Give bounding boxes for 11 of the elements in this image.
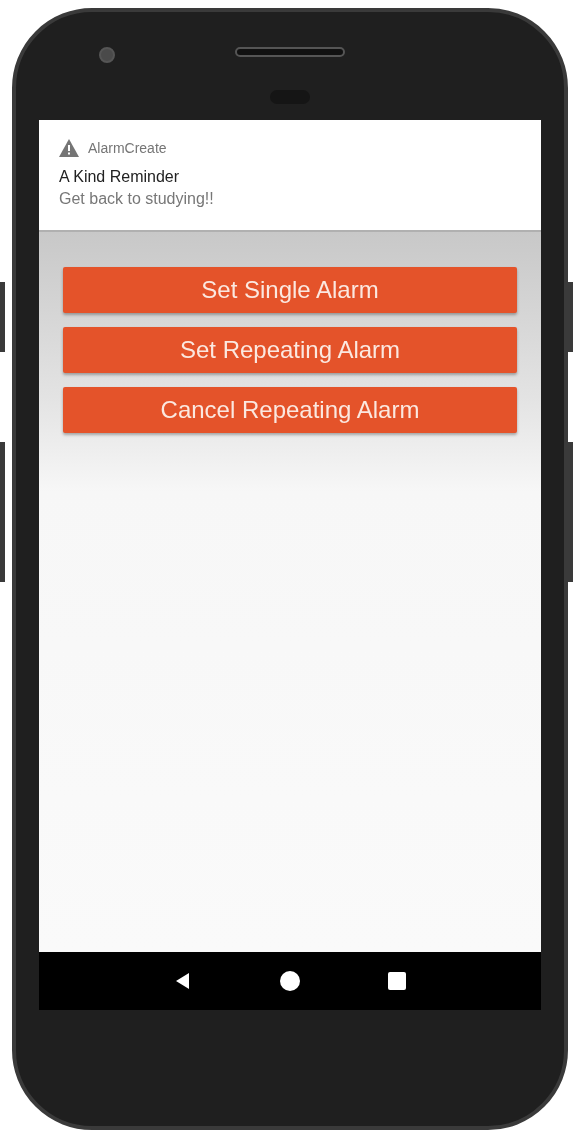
warning-icon	[59, 139, 79, 157]
notification-text: Get back to studying!!	[59, 190, 215, 208]
alarm-button[interactable]: Set Repeating Alarm	[63, 327, 517, 373]
home-icon[interactable]	[280, 971, 300, 991]
app-name: AlarmCreate	[88, 140, 167, 156]
alarm-button[interactable]: Set Single Alarm	[63, 267, 517, 313]
notification-title: A Kind Reminder	[59, 168, 181, 186]
camera-lens	[99, 47, 115, 63]
recents-icon[interactable]	[387, 971, 408, 991]
alarm-button[interactable]: Cancel Repeating Alarm	[63, 387, 517, 433]
notification-card[interactable]: AlarmCreate A Kind Reminder Get back to studying!!	[39, 120, 541, 232]
